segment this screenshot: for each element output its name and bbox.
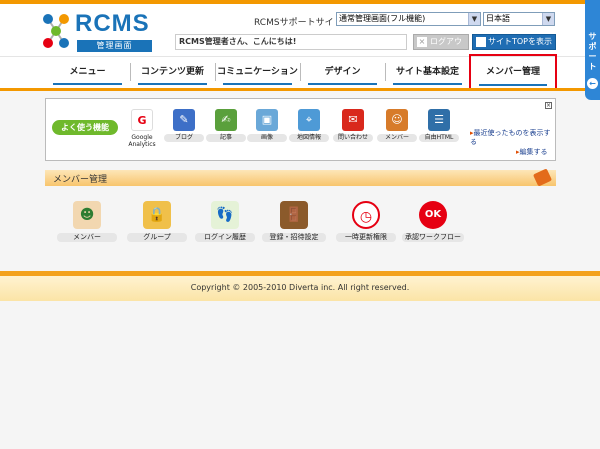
close-icon[interactable]: × bbox=[545, 102, 552, 109]
greeting-text: RCMS管理者さん、こんにちは! bbox=[175, 34, 407, 50]
footprints-icon: 👣 bbox=[211, 201, 239, 229]
language-select[interactable]: 日本語 ▼ bbox=[483, 12, 555, 26]
arrow-left-icon: ← bbox=[587, 78, 598, 89]
footer: Copyright © 2005-2010 Diverta inc. All r… bbox=[0, 276, 600, 301]
member-menu-temp-permission[interactable]: ◷ 一時更新権限 bbox=[331, 201, 401, 242]
free-html-icon: ☰ bbox=[428, 109, 450, 131]
edit-label: 編集する bbox=[519, 148, 548, 156]
nav-orange-rule bbox=[0, 88, 585, 91]
site-mode-value: 通常管理画面(フル機能) bbox=[339, 14, 426, 23]
quick-item-label: 記事 bbox=[206, 134, 246, 142]
quick-item-image[interactable]: ▣ 画像 bbox=[247, 109, 287, 142]
pencil-icon[interactable] bbox=[532, 168, 553, 187]
clock-permission-icon: ◷ bbox=[352, 201, 380, 229]
nav-underline bbox=[138, 83, 207, 85]
group-lock-icon: 🔒 bbox=[143, 201, 171, 229]
nav-label: メンバー管理 bbox=[485, 67, 540, 77]
nav-label: デザイン bbox=[324, 67, 361, 77]
member-menu-registration[interactable]: 🚪 登録・招待設定 bbox=[259, 201, 329, 242]
invitation-door-icon: 🚪 bbox=[280, 201, 308, 229]
quick-item-free-html[interactable]: ☰ 自由HTML bbox=[419, 109, 459, 142]
close-icon: × bbox=[417, 37, 427, 47]
nav-item-site-settings[interactable]: サイト基本設定 bbox=[385, 57, 470, 87]
nav-item-design[interactable]: デザイン bbox=[300, 57, 385, 87]
article-icon: ✍ bbox=[215, 109, 237, 131]
main-nav: メニュー コンテンツ更新 コミュニケーション デザイン サイト基本設定 メンバー… bbox=[0, 54, 585, 90]
site-top-label: サイトTOPを表示 bbox=[488, 37, 553, 46]
recent-items-label: 最近使ったものを表示する bbox=[470, 129, 551, 146]
quick-item-article[interactable]: ✍ 記事 bbox=[206, 109, 246, 142]
member-menu-label: メンバー bbox=[57, 233, 117, 242]
nav-item-content-update[interactable]: コンテンツ更新 bbox=[130, 57, 215, 87]
support-side-tab[interactable]: サポート ← bbox=[585, 0, 600, 100]
members-icon: ☻ bbox=[73, 201, 101, 229]
site-top-button[interactable]: サイトTOPを表示 bbox=[472, 34, 556, 50]
quick-item-label: 自由HTML bbox=[419, 134, 459, 142]
logo-text: RCMS bbox=[75, 10, 150, 37]
logout-button[interactable]: × ログアウト bbox=[413, 34, 469, 60]
member-menu-label: 一時更新権限 bbox=[336, 233, 396, 242]
member-menu-group[interactable]: 🔒 グループ bbox=[122, 201, 192, 242]
nav-label: メニュー bbox=[69, 67, 106, 77]
map-icon: ⌖ bbox=[298, 109, 320, 131]
member-menu-label: ログイン履歴 bbox=[195, 233, 255, 242]
quick-item-inquiry[interactable]: ✉ 問い合わせ bbox=[333, 109, 373, 142]
quick-item-label: 地図情報 bbox=[289, 134, 329, 142]
quick-item-google-analytics[interactable]: G Google Analytics bbox=[122, 109, 162, 148]
quick-access-label: よく使う機能 bbox=[52, 120, 118, 135]
site-mode-select[interactable]: 通常管理画面(フル機能) ▼ bbox=[336, 12, 481, 26]
quick-item-blog[interactable]: ✎ ブログ bbox=[164, 109, 204, 142]
chevron-down-icon: ▼ bbox=[468, 13, 480, 25]
nav-underline bbox=[53, 83, 122, 85]
quick-item-label: ブログ bbox=[164, 134, 204, 142]
nav-underline bbox=[393, 83, 462, 85]
nav-item-menu[interactable]: メニュー bbox=[45, 57, 130, 87]
quick-item-label: 問い合わせ bbox=[333, 134, 373, 142]
window-icon bbox=[476, 37, 486, 47]
ok-approval-icon: OK bbox=[419, 201, 447, 229]
member-menu-approval-workflow[interactable]: OK 承認ワークフロー bbox=[398, 201, 468, 242]
nav-label: コミュニケーション bbox=[217, 67, 298, 77]
section-header: メンバー管理 bbox=[45, 168, 556, 187]
nav-item-communication[interactable]: コミュニケーション bbox=[215, 57, 300, 87]
logo-subtitle: 管理画面 bbox=[77, 40, 152, 52]
nav-underline bbox=[223, 83, 292, 85]
molecule-logo-icon bbox=[43, 14, 69, 48]
member-icon: ☺ bbox=[386, 109, 408, 131]
rcms-logo[interactable]: RCMS 管理画面 bbox=[40, 10, 152, 55]
member-menu-members[interactable]: ☻ メンバー bbox=[52, 201, 122, 242]
member-menu-label: 登録・招待設定 bbox=[262, 233, 326, 242]
quick-item-member[interactable]: ☺ メンバー bbox=[377, 109, 417, 142]
chevron-down-icon: ▼ bbox=[542, 13, 554, 25]
google-analytics-icon: G bbox=[131, 109, 153, 131]
recent-items-link[interactable]: ▸最近使ったものを表示する bbox=[470, 129, 554, 147]
quick-item-label: メンバー bbox=[377, 134, 417, 142]
language-value: 日本語 bbox=[486, 14, 510, 23]
image-icon: ▣ bbox=[256, 109, 278, 131]
quick-access-panel: よく使う機能 G Google Analytics ✎ ブログ ✍ 記事 ▣ 画… bbox=[45, 98, 556, 161]
nav-underline bbox=[308, 83, 377, 85]
section-title: メンバー管理 bbox=[53, 175, 108, 185]
quick-item-label: Google Analytics bbox=[128, 134, 156, 148]
nav-label: サイト基本設定 bbox=[395, 67, 459, 77]
copyright-text: Copyright © 2005-2010 Diverta inc. All r… bbox=[190, 283, 410, 292]
support-tab-label: サポート bbox=[588, 32, 597, 71]
support-site-label: RCMSサポートサイト bbox=[254, 18, 343, 28]
quick-item-map[interactable]: ⌖ 地図情報 bbox=[289, 109, 329, 142]
nav-underline bbox=[479, 84, 547, 86]
inquiry-icon: ✉ bbox=[342, 109, 364, 131]
member-menu-label: グループ bbox=[127, 233, 187, 242]
member-menu-label: 承認ワークフロー bbox=[402, 233, 464, 242]
quick-item-label: 画像 bbox=[247, 134, 287, 142]
nav-item-member-management[interactable]: メンバー管理 bbox=[469, 54, 557, 90]
nav-label: コンテンツ更新 bbox=[140, 67, 204, 77]
member-menu-login-history[interactable]: 👣 ログイン履歴 bbox=[190, 201, 260, 242]
edit-link[interactable]: ▸編集する bbox=[516, 148, 548, 157]
header: RCMS 管理画面 RCMSサポートサイト 通常管理画面(フル機能) ▼ 日本語… bbox=[0, 4, 585, 60]
blog-icon: ✎ bbox=[173, 109, 195, 131]
